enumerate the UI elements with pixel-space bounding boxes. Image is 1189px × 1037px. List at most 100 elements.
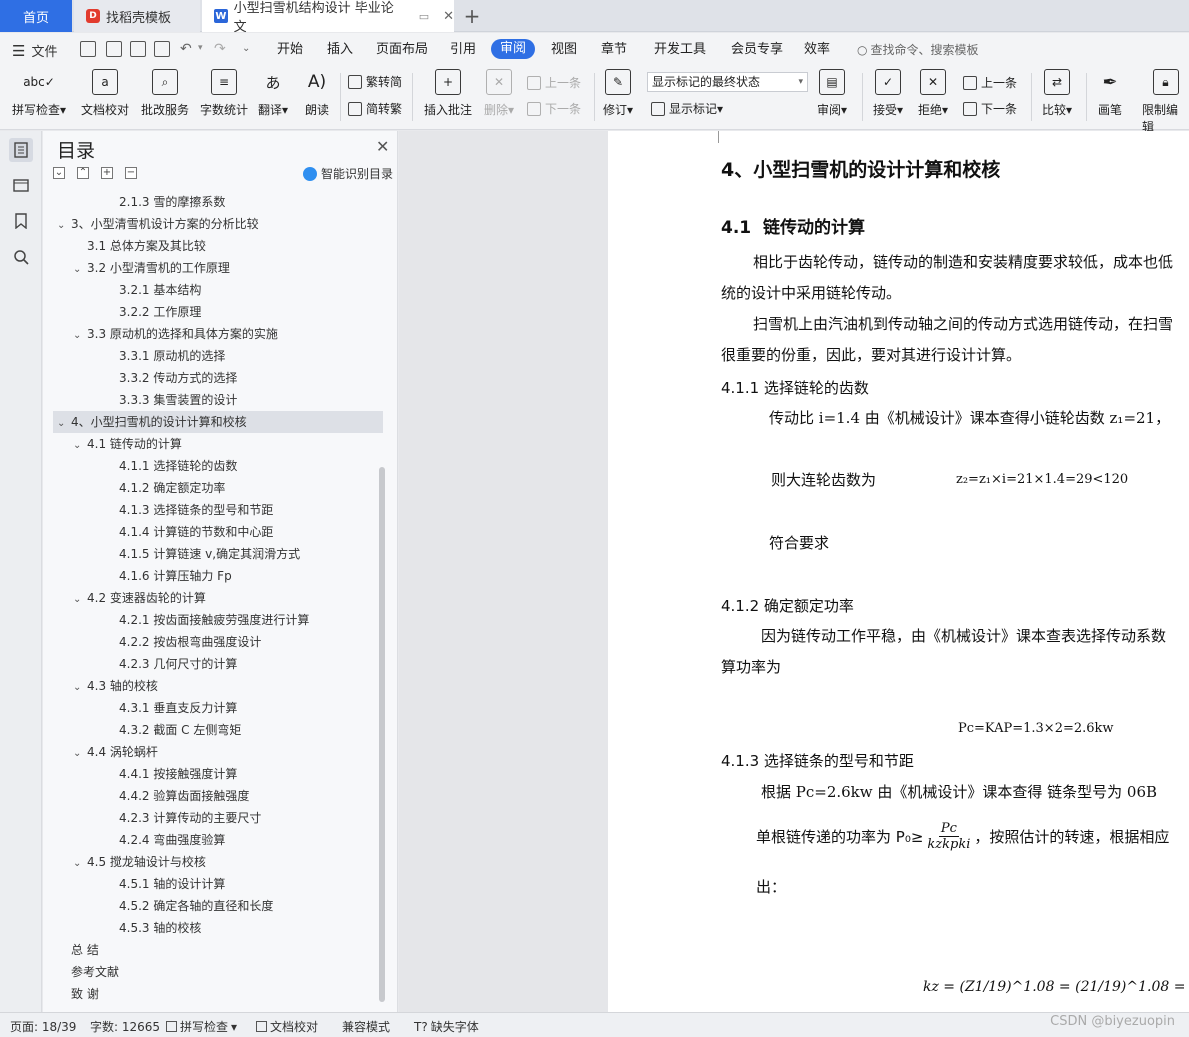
expand-up-icon[interactable]: ⌃ <box>77 167 89 179</box>
toc-item[interactable]: 4.2.3 计算传动的主要尺寸 <box>53 807 383 829</box>
chevron-down-icon[interactable]: ⌄ <box>73 435 87 457</box>
toc-item[interactable]: 4.3.2 截面 C 左侧弯矩 <box>53 719 383 741</box>
toc-item[interactable]: ⌄ 4.4 涡轮蜗杆 <box>53 741 383 763</box>
next-comment-button[interactable]: 下一条 <box>527 100 581 117</box>
toc-item[interactable]: 4.1.1 选择链轮的齿数 <box>53 455 383 477</box>
toc-item[interactable]: 4.2.2 按齿根弯曲强度设计 <box>53 631 383 653</box>
chevron-down-icon[interactable]: ⌄ <box>57 413 71 435</box>
tab-home[interactable]: 首页 <box>0 0 72 32</box>
add-heading-icon[interactable]: + <box>101 167 113 179</box>
toc-item[interactable]: ⌄ 4.3 轴的校核 <box>53 675 383 697</box>
toc-item[interactable]: 4.3.1 垂直支反力计算 <box>53 697 383 719</box>
toc-item[interactable]: 3.1 总体方案及其比较 <box>53 235 383 257</box>
tab-document[interactable]: W 小型扫雪机结构设计 毕业论文 ▭ ✕ <box>202 0 454 35</box>
toc-item[interactable]: 4.1.5 计算链速 v,确定其润滑方式 <box>53 543 383 565</box>
menu-references[interactable]: 引用 <box>450 40 476 60</box>
compat-mode-status[interactable]: 兼容模式 <box>342 1018 390 1035</box>
file-menu[interactable]: ☰ 文件 <box>12 41 57 61</box>
close-icon[interactable]: ✕ <box>376 137 389 156</box>
toc-item[interactable]: 致 谢 <box>53 983 383 1005</box>
export-pdf-icon[interactable] <box>106 41 122 57</box>
bookmark-icon[interactable] <box>9 209 33 233</box>
next-change-button[interactable]: 下一条 <box>963 100 1017 117</box>
toc-item[interactable]: 3.2.2 工作原理 <box>53 301 383 323</box>
chevron-down-icon[interactable]: ⌄ <box>73 325 87 347</box>
read-aloud-button[interactable]: A) 朗读 <box>304 69 330 118</box>
compare-button[interactable]: ⇄ 比较▾ <box>1042 69 1072 118</box>
tab-close-icon[interactable]: ✕ <box>443 9 454 24</box>
chevron-down-icon[interactable]: ⌄ <box>73 259 87 281</box>
new-tab-button[interactable]: + <box>460 0 484 32</box>
spell-check-button[interactable]: abc✓ 拼写检查▾ <box>12 69 66 118</box>
toc-item[interactable]: 3.3.3 集雪装置的设计 <box>53 389 383 411</box>
chevron-down-icon[interactable]: ⌄ <box>73 589 87 611</box>
toc-item[interactable]: 2.1.3 雪的摩擦系数 <box>53 191 383 213</box>
undo-dropdown-icon[interactable]: ▾ <box>198 43 203 53</box>
toc-item[interactable]: ⌄ 3.3 原动机的选择和具体方案的实施 <box>53 323 383 345</box>
toc-scrollbar[interactable] <box>379 467 385 1002</box>
word-count-button[interactable]: ≡ 字数统计 <box>200 69 248 118</box>
ink-pen-button[interactable]: ✒ 画笔 <box>1097 69 1123 118</box>
reject-button[interactable]: ✕ 拒绝▾ <box>918 69 948 118</box>
remove-heading-icon[interactable]: − <box>125 167 137 179</box>
tab-find-template[interactable]: D 找稻壳模板 <box>74 0 200 32</box>
toc-item[interactable]: 4.4.1 按接触强度计算 <box>53 763 383 785</box>
toc-item[interactable]: 4.5.1 轴的设计计算 <box>53 873 383 895</box>
toc-item[interactable]: 3.3.1 原动机的选择 <box>53 345 383 367</box>
menu-member[interactable]: 会员专享 <box>731 40 783 60</box>
chapter-nav-icon[interactable] <box>9 173 33 197</box>
prev-change-button[interactable]: 上一条 <box>963 74 1017 91</box>
prev-comment-button[interactable]: 上一条 <box>527 74 581 91</box>
command-search[interactable]: ○ 查找命令、搜索模板 <box>857 41 979 58</box>
toc-item[interactable]: 4.2.3 几何尺寸的计算 <box>53 653 383 675</box>
chevron-down-icon[interactable]: ⌄ <box>73 677 87 699</box>
annot-service-button[interactable]: ⌕ 批改服务 <box>141 69 189 118</box>
menu-page-layout[interactable]: 页面布局 <box>376 40 428 60</box>
menu-view[interactable]: 视图 <box>551 40 577 60</box>
toc-item[interactable]: ⌄ 4.1 链传动的计算 <box>53 433 383 455</box>
toc-item[interactable]: 4.1.2 确定额定功率 <box>53 477 383 499</box>
undo-icon[interactable]: ↶ <box>180 41 192 57</box>
toc-item[interactable]: 4.4.2 验算齿面接触强度 <box>53 785 383 807</box>
restrict-edit-button[interactable]: 🔒︎ 限制编辑 <box>1142 69 1189 135</box>
toc-item[interactable]: 4.5.2 确定各轴的直径和长度 <box>53 895 383 917</box>
toc-item[interactable]: 4.1.4 计算链的节数和中心距 <box>53 521 383 543</box>
trad-to-simp-button[interactable]: 繁转简 <box>348 73 402 90</box>
smart-toc-button[interactable]: 智能识别目录 <box>303 165 393 182</box>
chevron-down-icon[interactable]: ⌄ <box>73 853 87 875</box>
delete-comment-button[interactable]: ✕ 删除▾ <box>484 69 514 118</box>
toc-item[interactable]: 3.2.1 基本结构 <box>53 279 383 301</box>
translate-button[interactable]: あ 翻译▾ <box>258 69 288 118</box>
menu-insert[interactable]: 插入 <box>327 40 353 60</box>
print-icon[interactable] <box>130 41 146 57</box>
menu-review[interactable]: 审阅 <box>491 39 536 59</box>
review-pane-button[interactable]: ▤ 审阅▾ <box>817 69 847 118</box>
doc-proof-button[interactable]: a 文档校对 <box>81 69 129 118</box>
toc-item[interactable]: ⌄ 4.5 搅龙轴设计与校核 <box>53 851 383 873</box>
toc-item[interactable]: ⌄ 3、小型清雪机设计方案的分析比较 <box>53 213 383 235</box>
page-indicator[interactable]: 页面: 18/39 <box>10 1018 76 1035</box>
toc-nav-icon[interactable] <box>9 138 33 162</box>
redo-icon[interactable]: ↷ <box>214 41 226 57</box>
simp-to-trad-button[interactable]: 简转繁 <box>348 100 402 117</box>
markup-state-select[interactable]: 显示标记的最终状态 ▾ <box>647 72 808 92</box>
menu-chapter[interactable]: 章节 <box>601 40 627 60</box>
insert-comment-button[interactable]: + 插入批注 <box>424 69 472 118</box>
save-icon[interactable] <box>80 41 96 57</box>
collapse-all-icon[interactable]: ⌄ <box>53 167 65 179</box>
toc-item[interactable]: 总 结 <box>53 939 383 961</box>
word-count-status[interactable]: 字数: 12665 <box>90 1018 160 1035</box>
chevron-down-icon[interactable]: ⌄ <box>57 215 71 237</box>
missing-font-status[interactable]: T? 缺失字体 <box>414 1018 479 1035</box>
toc-item[interactable]: 4.2.4 弯曲强度验算 <box>53 829 383 851</box>
toc-item[interactable]: 4.1.3 选择链条的型号和节距 <box>53 499 383 521</box>
toc-item[interactable]: ⌄ 4.2 变速器齿轮的计算 <box>53 587 383 609</box>
show-markup-button[interactable]: 显示标记▾ <box>651 100 723 117</box>
toc-item[interactable]: 参考文献 <box>53 961 383 983</box>
toc-item[interactable]: 4.5.3 轴的校核 <box>53 917 383 939</box>
menu-start[interactable]: 开始 <box>277 40 303 60</box>
quick-access-more-icon[interactable]: ⌄ <box>242 43 250 54</box>
menu-developer[interactable]: 开发工具 <box>654 40 706 60</box>
spell-check-status[interactable]: 拼写检查 ▾ <box>166 1018 237 1035</box>
print-preview-icon[interactable] <box>154 41 170 57</box>
